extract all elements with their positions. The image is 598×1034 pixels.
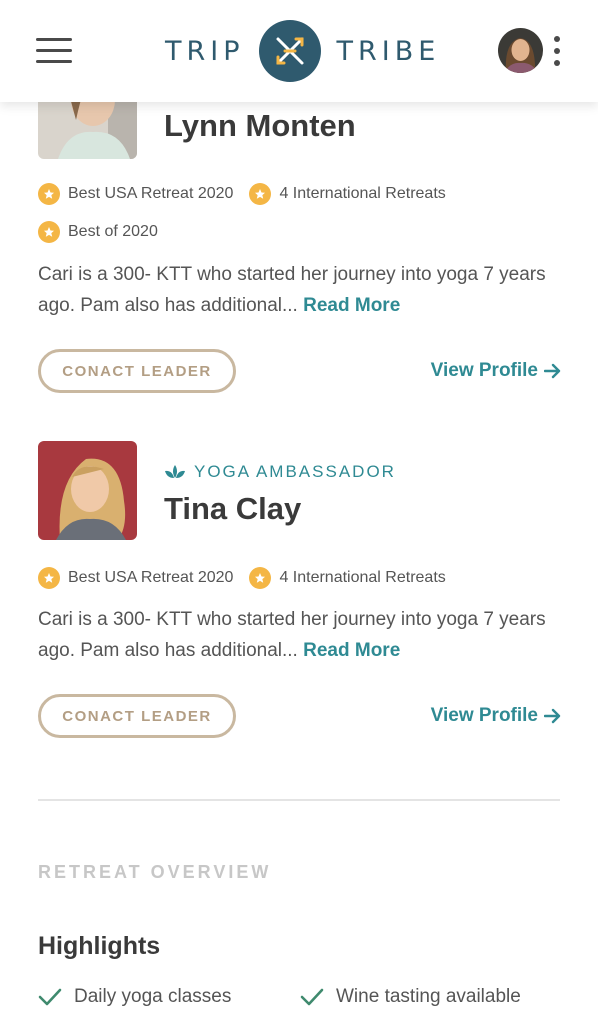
badge-label: Best USA Retreat 2020: [68, 569, 234, 586]
award-badge: Best USA Retreat 2020: [38, 567, 233, 589]
view-profile-link[interactable]: View Profile: [431, 360, 562, 382]
star-icon: [38, 183, 60, 205]
crossed-paddles-icon: [258, 20, 321, 82]
read-more-link[interactable]: Read More: [303, 295, 400, 316]
highlight-item: Daily yoga classes: [38, 986, 300, 1008]
bio-text: Cari is a 300- KTT who started her journ…: [38, 609, 546, 661]
badge-label: Best of 2020: [68, 223, 158, 240]
highlight-item: Wine tasting available: [300, 986, 562, 1008]
bio-text: Cari is a 300- KTT who started her journ…: [38, 264, 546, 316]
award-badge: Best of 2020: [38, 221, 158, 243]
star-icon: [249, 567, 272, 589]
logo-word-right: TRIBE: [336, 35, 441, 67]
role-label: YOGA AMBASSADOR: [194, 462, 396, 481]
more-options-icon[interactable]: [552, 36, 562, 66]
leader-name: Tina Clay: [164, 491, 302, 526]
section-label: RETREAT OVERVIEW: [38, 862, 272, 882]
leader-role: YOGA AMBASSADOR: [164, 462, 396, 482]
app-header: TRIP TRIBE: [0, 0, 598, 102]
leader-bio: Cari is a 300- KTT who started her journ…: [38, 604, 562, 666]
highlight-label: Wine tasting available: [336, 986, 521, 1007]
check-icon: [300, 988, 324, 1006]
badge-label: 4 International Retreats: [279, 569, 446, 586]
award-badge: 4 International Retreats: [249, 567, 446, 589]
leader-photo[interactable]: [38, 441, 137, 540]
lotus-icon: [165, 465, 185, 478]
award-badge: 4 International Retreats: [249, 183, 446, 205]
leader-name: Lynn Monten: [164, 108, 356, 143]
highlights-list: Daily yoga classes Wine tasting availabl…: [38, 986, 562, 1008]
badge-label: 4 International Retreats: [279, 185, 446, 202]
arrow-right-icon: [544, 363, 561, 379]
logo-word-left: TRIP: [165, 35, 245, 67]
hamburger-menu-icon[interactable]: [36, 38, 72, 64]
leader-badges: Best USA Retreat 2020 4 International Re…: [38, 567, 562, 589]
leader-badges: Best USA Retreat 2020 4 International Re…: [38, 183, 562, 243]
check-icon: [38, 988, 62, 1006]
user-avatar[interactable]: [498, 28, 543, 73]
contact-leader-button[interactable]: CONACT LEADER: [38, 694, 236, 738]
star-icon: [38, 567, 60, 589]
award-badge: Best USA Retreat 2020: [38, 183, 233, 205]
section-divider: [38, 799, 560, 801]
trip-tribe-logo[interactable]: TRIP TRIBE: [165, 20, 440, 82]
view-profile-link[interactable]: View Profile: [431, 705, 562, 727]
contact-leader-button[interactable]: CONACT LEADER: [38, 349, 236, 393]
view-profile-label: View Profile: [430, 705, 538, 726]
leader-bio: Cari is a 300- KTT who started her journ…: [38, 259, 562, 321]
highlight-label: Daily yoga classes: [74, 986, 232, 1007]
highlights-title: Highlights: [38, 932, 161, 960]
star-icon: [38, 221, 60, 243]
star-icon: [249, 183, 272, 205]
badge-label: Best USA Retreat 2020: [68, 185, 234, 202]
read-more-link[interactable]: Read More: [303, 640, 400, 661]
arrow-right-icon: [544, 708, 561, 724]
view-profile-label: View Profile: [430, 360, 538, 381]
